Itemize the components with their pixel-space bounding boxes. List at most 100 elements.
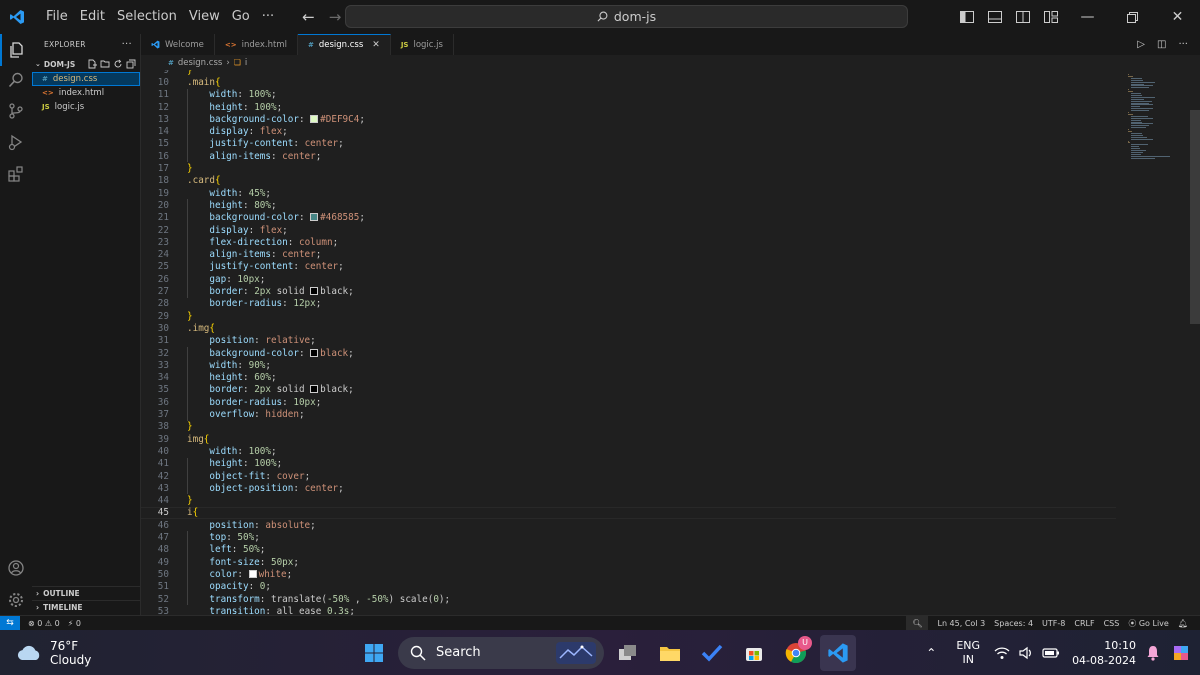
- code-line[interactable]: 27 border: 2px solid black;: [141, 285, 1116, 297]
- file-index-html[interactable]: <> index.html: [32, 86, 140, 100]
- volume-icon[interactable]: [1018, 646, 1034, 660]
- close-window-icon[interactable]: ✕: [1155, 0, 1200, 34]
- end-of-line[interactable]: CRLF: [1074, 619, 1094, 628]
- vscode-taskbar-icon[interactable]: [820, 634, 856, 671]
- copilot-icon[interactable]: [1170, 642, 1192, 664]
- toggle-panel-icon[interactable]: [981, 0, 1009, 34]
- toggle-primary-sidebar-icon[interactable]: [953, 0, 981, 34]
- explorer-icon[interactable]: [0, 34, 32, 66]
- chrome-icon[interactable]: U: [778, 635, 814, 671]
- tab-design-css[interactable]: # design.css ✕: [297, 34, 391, 55]
- code-line[interactable]: 30 .img{: [141, 322, 1116, 334]
- code-line[interactable]: 24 align-items: center;: [141, 249, 1116, 261]
- split-editor-icon[interactable]: ◫: [1157, 39, 1166, 50]
- notification-bell-icon[interactable]: [1146, 645, 1160, 661]
- color-swatch[interactable]: [310, 385, 319, 394]
- code-line[interactable]: 52 transform: translate(-50% , -50%) sca…: [141, 593, 1116, 605]
- menu-go[interactable]: Go: [226, 0, 256, 34]
- file-explorer-icon[interactable]: [652, 635, 688, 671]
- color-swatch[interactable]: [248, 569, 257, 578]
- source-control-icon[interactable]: [0, 95, 32, 127]
- code-line[interactable]: 44}: [141, 495, 1116, 507]
- breadcrumb-file[interactable]: design.css: [178, 58, 222, 68]
- code-line[interactable]: 18 .card{: [141, 175, 1116, 187]
- color-swatch[interactable]: [310, 287, 319, 296]
- minimap[interactable]: [1128, 70, 1188, 615]
- ports-indicator[interactable]: ⚡ 0: [68, 619, 81, 628]
- more-actions-icon[interactable]: ···: [1178, 39, 1188, 50]
- breadcrumb-symbol[interactable]: i: [245, 58, 247, 68]
- code-line[interactable]: 47 top: 50%;: [141, 531, 1116, 543]
- notifications-icon[interactable]: 🔔︎: [1178, 619, 1188, 628]
- indentation[interactable]: Spaces: 4: [994, 619, 1033, 628]
- code-line[interactable]: 31 position: relative;: [141, 335, 1116, 347]
- code-line[interactable]: 51 opacity: 0;: [141, 581, 1116, 593]
- minimize-icon[interactable]: —: [1065, 0, 1110, 34]
- battery-icon[interactable]: [1042, 647, 1060, 659]
- forward-arrow-icon[interactable]: →: [329, 8, 342, 26]
- code-line[interactable]: 48 left: 50%;: [141, 544, 1116, 556]
- code-line[interactable]: 21 background-color: #468585;: [141, 212, 1116, 224]
- go-live-button[interactable]: ⦿ Go Live: [1128, 618, 1169, 629]
- code-line[interactable]: 19 width: 45%;: [141, 187, 1116, 199]
- encoding[interactable]: UTF-8: [1042, 619, 1065, 628]
- problems-indicator[interactable]: ⊗ 0 ⚠ 0: [28, 619, 60, 628]
- code-line[interactable]: 25 justify-content: center;: [141, 261, 1116, 273]
- code-line[interactable]: 37 overflow: hidden;: [141, 408, 1116, 420]
- run-icon[interactable]: ▷: [1137, 39, 1145, 50]
- code-line[interactable]: 43 object-position: center;: [141, 482, 1116, 494]
- taskbar-search[interactable]: Search: [398, 636, 604, 669]
- system-clock[interactable]: 10:10 04-08-2024: [1072, 638, 1136, 668]
- code-line[interactable]: 36 border-radius: 10px;: [141, 396, 1116, 408]
- code-line[interactable]: 20 height: 80%;: [141, 199, 1116, 211]
- color-swatch[interactable]: [310, 348, 319, 357]
- remote-indicator-icon[interactable]: ⇆: [0, 615, 20, 631]
- code-line[interactable]: 26 gap: 10px;: [141, 273, 1116, 285]
- code-line[interactable]: 32 background-color: black;: [141, 347, 1116, 359]
- code-line[interactable]: 23 flex-direction: column;: [141, 236, 1116, 248]
- code-line[interactable]: 45 i{: [141, 506, 1116, 520]
- code-line[interactable]: 41 height: 100%;: [141, 458, 1116, 470]
- code-line[interactable]: 15 justify-content: center;: [141, 138, 1116, 150]
- new-file-icon[interactable]: [87, 59, 97, 69]
- code-line[interactable]: 29}: [141, 310, 1116, 322]
- restore-icon[interactable]: [1110, 0, 1155, 34]
- code-line[interactable]: 11 width: 100%;: [141, 89, 1116, 101]
- code-line[interactable]: 34 height: 60%;: [141, 372, 1116, 384]
- refresh-icon[interactable]: [113, 59, 123, 69]
- todo-icon[interactable]: [694, 635, 730, 671]
- wifi-icon[interactable]: [994, 646, 1010, 660]
- menu-file[interactable]: File: [40, 0, 74, 34]
- code-editor[interactable]: 9} 10 .main{11 width: 100%; 12 height: 100%…: [141, 70, 1200, 615]
- menu-selection[interactable]: Selection: [111, 0, 183, 34]
- code-line[interactable]: 22 display: flex;: [141, 224, 1116, 236]
- code-line[interactable]: 28 border-radius: 12px;: [141, 298, 1116, 310]
- workspace-folder[interactable]: ⌄ DOM-JS: [32, 56, 140, 72]
- run-debug-icon[interactable]: [0, 126, 32, 158]
- color-swatch[interactable]: [310, 213, 319, 222]
- start-windows-icon[interactable]: [356, 635, 392, 671]
- code-line[interactable]: 12 height: 100%;: [141, 101, 1116, 113]
- code-line[interactable]: 17}: [141, 162, 1116, 174]
- timeline-section[interactable]: › TIMELINE: [32, 600, 141, 614]
- chevron-up-icon[interactable]: ⌃: [926, 646, 936, 660]
- account-icon[interactable]: [0, 552, 32, 584]
- toggle-secondary-sidebar-icon[interactable]: [1009, 0, 1037, 34]
- menu-more[interactable]: ···: [256, 0, 280, 34]
- code-line[interactable]: 16 align-items: center;: [141, 150, 1116, 162]
- code-line[interactable]: 14 display: flex;: [141, 126, 1116, 138]
- customize-layout-icon[interactable]: [1037, 0, 1065, 34]
- color-swatch[interactable]: [310, 114, 319, 123]
- code-line[interactable]: 42 object-fit: cover;: [141, 470, 1116, 482]
- back-arrow-icon[interactable]: ←: [302, 8, 315, 26]
- search-icon[interactable]: [0, 64, 32, 96]
- close-tab-icon[interactable]: ✕: [372, 40, 380, 50]
- manage-gear-icon[interactable]: [0, 584, 32, 616]
- code-line[interactable]: 46 position: absolute;: [141, 519, 1116, 531]
- more-actions-icon[interactable]: ···: [122, 39, 132, 50]
- file-design-css[interactable]: # design.css: [32, 72, 140, 86]
- command-center[interactable]: dom-js: [345, 5, 908, 28]
- collapse-all-icon[interactable]: [126, 59, 136, 69]
- code-line[interactable]: 50 color: white;: [141, 568, 1116, 580]
- code-line[interactable]: 40 width: 100%;: [141, 445, 1116, 457]
